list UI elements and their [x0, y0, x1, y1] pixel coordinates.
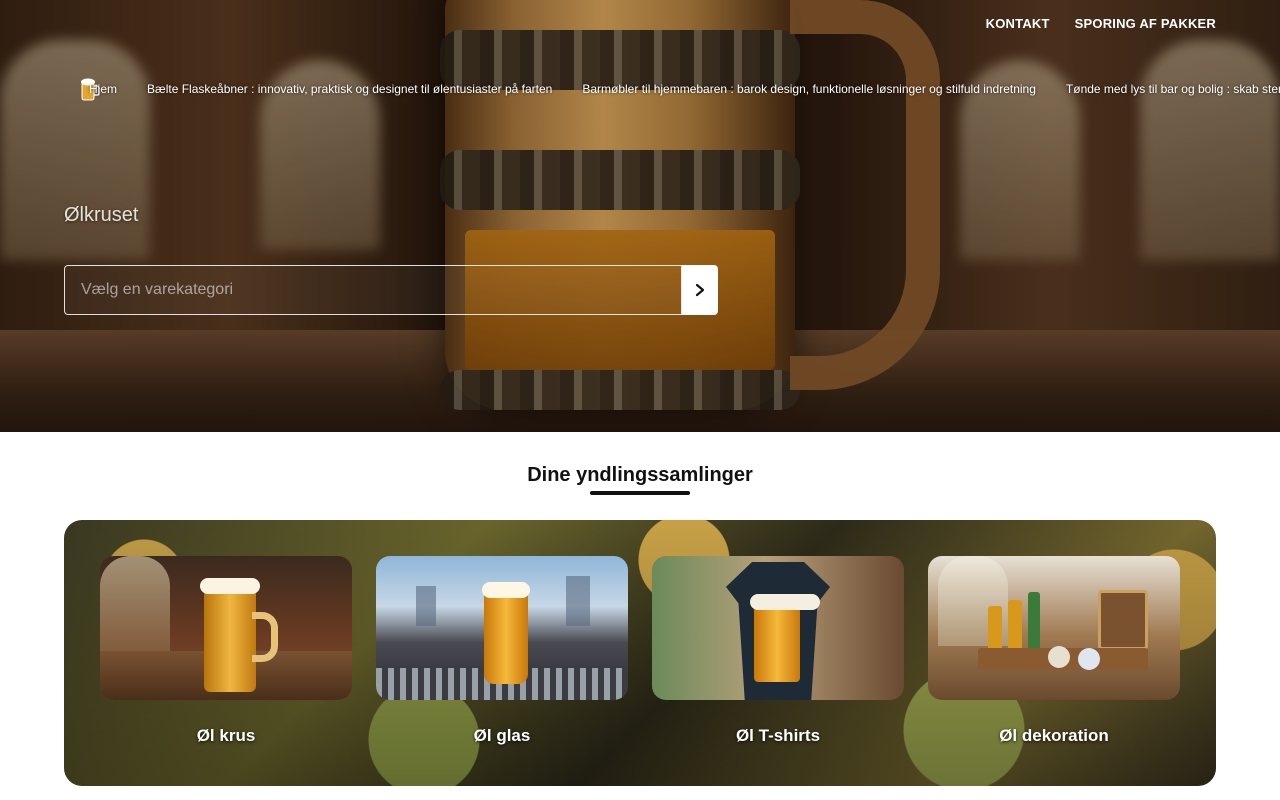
menu-item-home[interactable]: Hjem: [89, 82, 117, 96]
collection-label[interactable]: Øl glas: [376, 726, 628, 746]
collections-panel: Øl krus Øl glas Øl T-shirts Øl dekoratio…: [64, 520, 1216, 786]
title-underline: [590, 491, 690, 495]
collection-label[interactable]: Øl dekoration: [928, 726, 1180, 746]
menu-items: Hjem Bælte Flaskeåbner : innovativ, prak…: [89, 82, 1280, 96]
top-nav: KONTAKT SPORING AF PAKKER: [986, 16, 1216, 32]
collection-card-beer-glasses[interactable]: Øl glas: [376, 556, 628, 756]
search-submit-button[interactable]: [682, 265, 718, 315]
chevron-right-icon: [695, 283, 705, 297]
beer-glass-image[interactable]: [376, 556, 628, 700]
category-select[interactable]: Vælg en varekategori: [64, 265, 682, 315]
hero-shade: [0, 0, 1280, 432]
main-menu: Hjem Bælte Flaskeåbner : innovativ, prak…: [80, 74, 1280, 104]
contact-link[interactable]: KONTAKT: [986, 16, 1050, 32]
category-select-placeholder: Vælg en varekategori: [81, 281, 234, 298]
menu-item-bar-furniture[interactable]: Barmøbler til hjemmebaren : barok design…: [582, 82, 1036, 96]
site-name: Ølkruset: [64, 204, 139, 226]
hero-banner: KONTAKT SPORING AF PAKKER Hjem Bælte Fla…: [0, 0, 1280, 432]
category-search: Vælg en varekategori: [64, 265, 718, 315]
collection-card-beer-tshirts[interactable]: Øl T-shirts: [652, 556, 904, 756]
beer-tshirt-image[interactable]: [652, 556, 904, 700]
collection-label[interactable]: Øl krus: [100, 726, 352, 746]
menu-item-belt-bottle-opener[interactable]: Bælte Flaskeåbner : innovativ, praktisk …: [147, 82, 552, 96]
beer-mug-image[interactable]: [100, 556, 352, 700]
collection-label[interactable]: Øl T-shirts: [652, 726, 904, 746]
package-tracking-link[interactable]: SPORING AF PAKKER: [1075, 16, 1216, 32]
section-title: Dine yndlingssamlinger: [527, 464, 753, 486]
collection-card-beer-decoration[interactable]: Øl dekoration: [928, 556, 1180, 756]
menu-item-barrel-lights[interactable]: Tønde med lys til bar og bolig : skab st…: [1066, 82, 1280, 96]
beer-decoration-image[interactable]: [928, 556, 1180, 700]
collection-card-beer-mugs[interactable]: Øl krus: [100, 556, 352, 756]
